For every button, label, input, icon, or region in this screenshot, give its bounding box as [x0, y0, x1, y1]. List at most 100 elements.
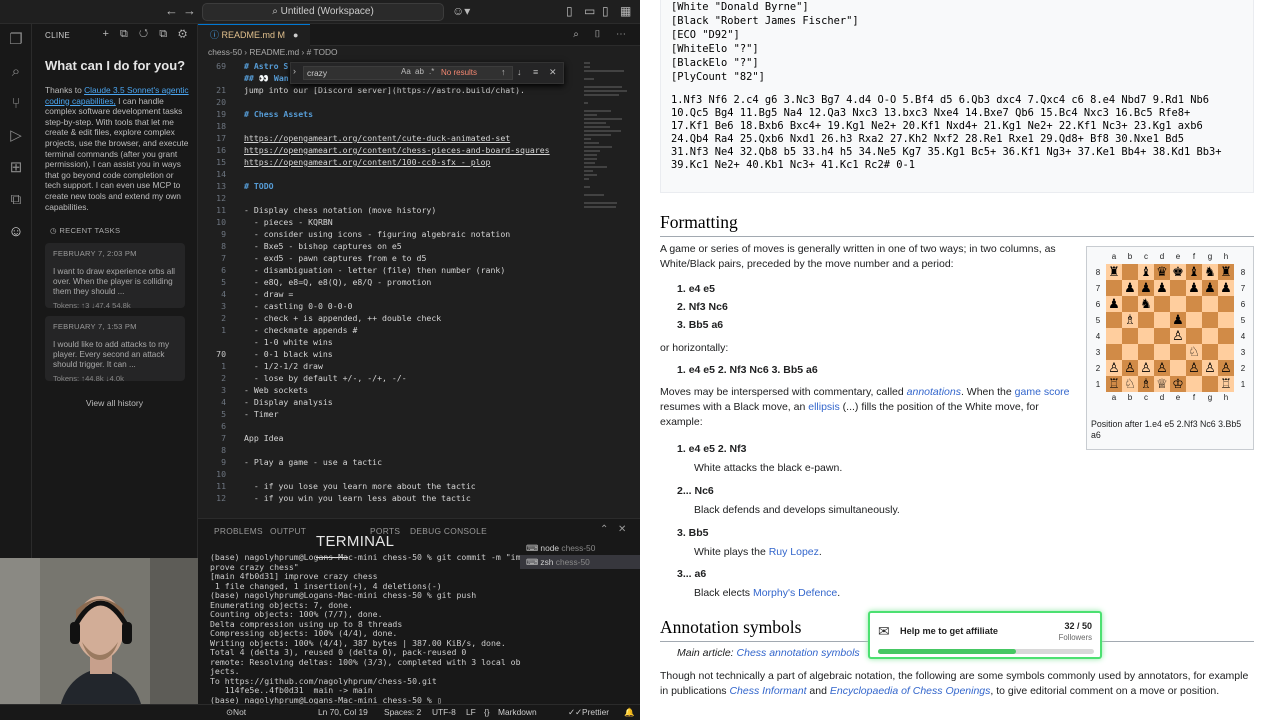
editor-actions[interactable]: ⌕ ▯ ⋯	[573, 29, 632, 40]
layout-icon[interactable]: ▦	[620, 4, 631, 18]
code-line[interactable]: 7 - exd5 - pawn captures from e to d5	[198, 252, 630, 264]
line-text: - if you lose you learn more about the t…	[244, 481, 476, 491]
code-line[interactable]: 8 - Bxe5 - bishop captures on e5	[198, 240, 630, 252]
prettier-status[interactable]: ✓✓ Prettier	[568, 705, 609, 720]
regex-icon[interactable]: .*	[429, 67, 434, 76]
game-score-link[interactable]: game score	[1015, 386, 1070, 398]
board-square: ♞	[1138, 296, 1154, 312]
maximize-panel-icon[interactable]: ⌃	[600, 524, 609, 535]
code-line[interactable]: 13 # TODO	[198, 180, 630, 192]
encoding[interactable]: UTF-8	[432, 705, 456, 720]
sidebar-toolbar[interactable]: + ⧉ ↺ ⧉ ⚙	[102, 28, 191, 41]
board-file-label: f	[1192, 252, 1196, 261]
tab-output[interactable]: OUTPUT	[270, 526, 306, 536]
code-line[interactable]: 7 App Idea	[198, 432, 630, 444]
back-arrow-icon[interactable]: ←	[165, 3, 178, 18]
terminal-item[interactable]: ⌨ zsh chess-50	[520, 555, 640, 569]
code-line[interactable]: 1 - 1/2-1/2 draw	[198, 360, 630, 372]
code-line[interactable]: 4 - draw =	[198, 288, 630, 300]
code-line[interactable]: 2 - check + is appended, ++ double check	[198, 312, 630, 324]
view-all-history-link[interactable]: View all history	[32, 398, 197, 408]
code-line[interactable]: 12	[198, 192, 630, 204]
horizontal-moves: 1. e4 e5 2. Nf3 Nc6 3. Bb5 a6	[677, 364, 818, 376]
line-number: 20	[216, 97, 226, 107]
search-icon[interactable]: ⌕	[0, 56, 32, 88]
explorer-icon[interactable]: ❐	[0, 24, 32, 56]
match-case-icon[interactable]: Aa	[401, 67, 411, 76]
breadcrumb[interactable]: chess-50 › README.md › # TODO	[198, 46, 640, 59]
tab-problems[interactable]: PROBLEMS	[214, 526, 263, 536]
chess-annotation-symbols-link[interactable]: Chess annotation symbols	[737, 647, 860, 659]
previous-match-icon[interactable]: ↑	[501, 67, 506, 77]
code-line[interactable]: 11 - if you lose you learn more about th…	[198, 480, 630, 492]
extensions-icon[interactable]: ⊞	[0, 152, 32, 184]
code-line[interactable]: 10 - pieces - KQRBN	[198, 216, 630, 228]
code-line[interactable]: 16 https://opengameart.org/content/chess-…	[198, 144, 630, 156]
cline-robot-icon[interactable]: ☺	[0, 216, 32, 248]
code-line[interactable]: 3 - Web sockets	[198, 384, 630, 396]
annotations-link[interactable]: annotations	[907, 386, 961, 398]
copilot-icon[interactable]: ☺▾	[452, 4, 470, 18]
code-line[interactable]: 5 - e8Q, e8=Q, e8(Q), e8/Q - promotion	[198, 276, 630, 288]
code-editor[interactable]: 69 # Astro S ## 👀 Wan 21 jump into our [Disc…	[198, 60, 630, 518]
code-line[interactable]: 10	[198, 468, 630, 480]
code-line[interactable]: 5 - Timer	[198, 408, 630, 420]
source-control-icon[interactable]: ⑂	[0, 88, 32, 120]
run-debug-icon[interactable]: ▷	[0, 120, 32, 152]
close-find-icon[interactable]: ✕	[549, 67, 557, 78]
toggle-panel-icon[interactable]: ▭	[584, 4, 595, 18]
code-line[interactable]: 14	[198, 168, 630, 180]
code-line[interactable]: 3 - castling 0-0 0-0-0	[198, 300, 630, 312]
toggle-secondary-icon[interactable]: ▯	[602, 4, 609, 18]
tab-ports[interactable]: PORTS	[370, 526, 400, 536]
code-line[interactable]: 19 # Chess Assets	[198, 108, 630, 120]
tab-readme[interactable]: ⓘ README.md M ●	[198, 24, 311, 46]
code-line[interactable]: 12 - if you win you learn less about the…	[198, 492, 630, 504]
indentation[interactable]: Spaces: 2	[384, 705, 421, 720]
code-line[interactable]: 6 - disambiguation - letter (file) then …	[198, 264, 630, 276]
move-list-item: 3. Bb5 a6	[677, 319, 724, 331]
remote-explorer-icon[interactable]: ⧉	[0, 184, 32, 216]
code-line[interactable]: 11 - Display chess notation (move history…	[198, 204, 630, 216]
code-line[interactable]: 9 - consider using icons - figuring alge…	[198, 228, 630, 240]
git-blame-status[interactable]: ⊙ Not Committed Yet	[226, 705, 246, 720]
terminal-output[interactable]: (base) nagolyhprum@Logans-Mac-mini chess…	[210, 552, 521, 704]
code-line[interactable]: 20	[198, 96, 630, 108]
ruy-lopez-link[interactable]: Ruy Lopez	[769, 546, 819, 558]
code-line[interactable]: 6	[198, 420, 630, 432]
minimap[interactable]	[584, 60, 636, 360]
code-line[interactable]: 2 - lose by default +/-, -/+, -/-	[198, 372, 630, 384]
language-mode[interactable]: Markdown	[498, 705, 537, 720]
code-line[interactable]: 8	[198, 444, 630, 456]
unsaved-dot-icon[interactable]: ●	[293, 30, 298, 40]
find-in-selection-icon[interactable]: ≡	[533, 67, 538, 77]
forward-arrow-icon[interactable]: →	[183, 3, 196, 18]
code-line[interactable]: 15 https://opengameart.org/content/100-cc…	[198, 156, 630, 168]
recent-task-card[interactable]: FEBRUARY 7, 1:53 PM I would like to add …	[45, 316, 185, 383]
code-line[interactable]: - 1-0 white wins	[198, 336, 630, 348]
whole-word-icon[interactable]: ab	[415, 67, 424, 76]
next-match-icon[interactable]: ↓	[517, 67, 522, 77]
expand-replace-icon[interactable]: ›	[293, 66, 296, 76]
close-panel-icon[interactable]: ✕	[618, 524, 627, 535]
code-line[interactable]: 9 - Play a game - use a tactic	[198, 456, 630, 468]
code-line[interactable]: 4 - Display analysis	[198, 396, 630, 408]
command-center[interactable]: ⌕ Untitled (Workspace)	[202, 3, 444, 21]
code-line[interactable]: 18	[198, 120, 630, 132]
code-line[interactable]: 1 - checkmate appends #	[198, 324, 630, 336]
ellipsis-link[interactable]: ellipsis	[808, 401, 840, 413]
chess-informant-link[interactable]: Chess Informant	[729, 685, 806, 697]
toggle-sidebar-icon[interactable]: ▯	[566, 4, 573, 18]
tab-debug-console[interactable]: DEBUG CONSOLE	[410, 526, 487, 536]
eco-link[interactable]: Encyclopaedia of Chess Openings	[830, 685, 991, 697]
notifications-icon[interactable]: 🔔	[624, 705, 634, 720]
code-line[interactable]: 17 https://opengameart.org/content/cute-d…	[198, 132, 630, 144]
code-line[interactable]: 70 - 0-1 black wins	[198, 348, 630, 360]
brackets[interactable]: {}	[484, 705, 490, 720]
cursor-position[interactable]: Ln 70, Col 19	[318, 705, 368, 720]
line-ending[interactable]: LF	[466, 705, 476, 720]
recent-task-card[interactable]: FEBRUARY 7, 2:03 PM I want to draw exper…	[45, 243, 185, 310]
morphys-defence-link[interactable]: Morphy's Defence	[753, 587, 837, 599]
terminal-item[interactable]: ⌨ node chess-50	[520, 541, 640, 555]
code-line[interactable]: 21 jump into our [Discord server](https:/…	[198, 84, 630, 96]
